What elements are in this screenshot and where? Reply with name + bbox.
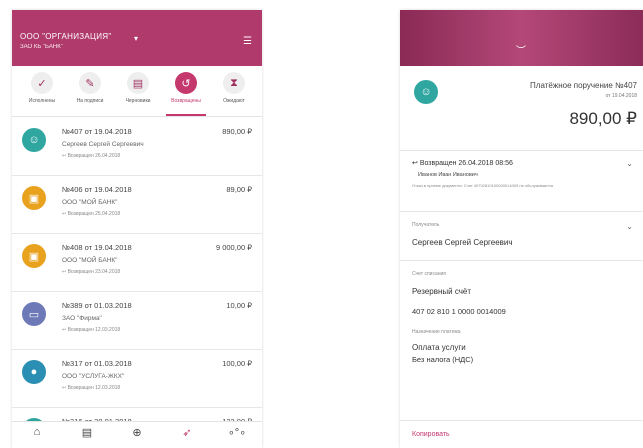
copy-button[interactable]: Копировать <box>412 431 450 438</box>
card-icon: ▭ <box>22 302 46 326</box>
bank-name: ЗАО КБ "БАНК" <box>20 44 63 50</box>
chevron-down-icon[interactable]: ⌄ <box>626 222 633 231</box>
filter-tab-label: Возвращены <box>171 98 201 104</box>
payment-title: №406 от 19.04.2018 <box>62 185 132 194</box>
chevron-down-icon[interactable]: ⌄ <box>626 159 633 168</box>
divider <box>400 420 643 421</box>
send-icon[interactable]: ➶ <box>172 426 202 439</box>
account-number: 407 02 810 1 0000 0014009 <box>412 307 506 316</box>
filter-tab-4[interactable]: ⧗ Ожидают <box>210 72 258 104</box>
payment-row[interactable]: ▣ №406 от 19.04.2018 89,00 ₽ ООО "МОЙ БАНК"… <box>12 176 262 234</box>
payment-return-date: ↩ Возвращен 25.04.2018 <box>62 211 120 217</box>
purpose-line-2: Без налога (НДС) <box>412 355 474 364</box>
payment-row[interactable]: ▭ №389 от 01.03.2018 10,00 ₽ ЗАО "Фирма" ↩ В… <box>12 292 262 350</box>
account-type: Резервный счёт <box>412 287 472 296</box>
payment-row[interactable]: ● №317 от 01.03.2018 100,00 ₽ ООО "УСЛУГА-Ж… <box>12 350 262 408</box>
payment-recipient: Сергеев Сергей Сергеевич <box>62 141 144 148</box>
payment-return-date: ↩ Возвращен 26.04.2018 <box>62 153 120 159</box>
filter-tab-3[interactable]: ↺ Возвращены <box>162 72 210 116</box>
account-label: Счет списания <box>412 271 446 277</box>
person-icon: ☺ <box>22 128 46 152</box>
blurred-header: ︶ <box>400 10 643 66</box>
payment-return-date: ↩ Возвращен 12.03.2018 <box>62 327 120 333</box>
person-icon: ☺ <box>414 80 438 104</box>
collapse-chevron-icon[interactable]: ︶ <box>516 42 526 57</box>
details-section: Счет списания Резервный счёт 407 02 810 … <box>400 261 643 381</box>
filter-icon[interactable]: ☰ <box>243 36 252 47</box>
payment-recipient: ООО "МОЙ БАНК" <box>62 199 118 206</box>
purpose-label: Назначение платежа <box>412 329 461 335</box>
signature-icon: ✎ <box>79 72 101 94</box>
return-arrow-icon: ↩ <box>412 160 420 167</box>
briefcase-icon: ▣ <box>22 186 46 210</box>
payment-return-date: ↩ Возвращен 12.03.2018 <box>62 385 120 391</box>
return-person: Иванов Иван Иванович <box>418 172 478 178</box>
return-reason: Отказ в приеме документа: Счет 407028101… <box>412 183 554 188</box>
bottom-navigation: ⌂ ▤ ⊕ ➶ ∘°∘ <box>12 421 262 448</box>
payment-amount: 890,00 ₽ <box>222 127 252 136</box>
briefcase-icon: ▣ <box>22 244 46 268</box>
payment-amount: 89,00 ₽ <box>226 185 252 194</box>
filter-tab-0[interactable]: ✓ Исполнены <box>18 72 66 104</box>
drop-icon: ● <box>22 360 46 384</box>
hourglass-icon: ⧗ <box>223 72 245 94</box>
return-text: Возвращен 12.03.2018 <box>67 385 121 391</box>
more-icon[interactable]: ∘°∘ <box>222 426 252 439</box>
return-status: ↩ Возвращен 26.04.2018 08:56 <box>412 159 513 167</box>
purpose-line-1: Оплата услуги <box>412 343 466 352</box>
document-summary: ☺ Платёжное поручение №407 от 19.04.2018… <box>400 66 643 151</box>
filter-tab-label: Исполнены <box>28 98 56 104</box>
payment-title: №389 от 01.03.2018 <box>62 301 132 310</box>
filter-tab-label: Черновики <box>125 98 151 104</box>
chevron-down-icon[interactable]: ▾ <box>134 34 138 43</box>
return-text: Возвращен 25.04.2018 <box>67 211 121 217</box>
filter-tab-label: На подписи <box>76 98 104 104</box>
return-info-section[interactable]: ↩ Возвращен 26.04.2018 08:56 ⌄ Иванов Ив… <box>400 151 643 212</box>
payment-amount: 100,00 ₽ <box>222 359 252 368</box>
document-icon[interactable]: ▤ <box>72 426 102 439</box>
return-text: Возвращен 12.03.2018 <box>67 327 121 333</box>
return-text: Возвращен 26.04.2018 <box>67 153 121 159</box>
payment-row[interactable]: ▣ №408 от 19.04.2018 9 000,00 ₽ ООО "МОЙ БА… <box>12 234 262 292</box>
home-icon[interactable]: ⌂ <box>22 426 52 438</box>
payment-title: №408 от 19.04.2018 <box>62 243 132 252</box>
return-text: Возвращен 23.04.2018 <box>67 269 121 275</box>
organization-name[interactable]: ООО "ОРГАНИЗАЦИЯ" <box>20 32 112 41</box>
plus-circle-icon[interactable]: ⊕ <box>122 426 152 439</box>
recipient-value: Сергеев Сергей Сергеевич <box>412 238 513 247</box>
filter-tab-1[interactable]: ✎ На подписи <box>66 72 114 104</box>
payment-amount: 9 000,00 ₽ <box>215 243 252 252</box>
payment-amount: 10,00 ₽ <box>226 301 252 310</box>
filter-tab-label: Ожидают <box>223 98 245 104</box>
payment-title: №407 от 19.04.2018 <box>62 127 132 136</box>
return-icon: ↺ <box>175 72 197 94</box>
recipient-section[interactable]: Получатель ⌄ Сергеев Сергей Сергеевич <box>400 212 643 261</box>
payment-recipient: ООО "УСЛУГА-ЖКХ" <box>62 373 125 380</box>
payments-list-screen: ООО "ОРГАНИЗАЦИЯ" ЗАО КБ "БАНК" ▾ ☰ ✓ Исп… <box>12 10 262 448</box>
status-filter-bar: ✓ Исполнены ✎ На подписи ▤ Черновики ↺ Возвраще… <box>12 68 262 117</box>
payment-recipient: ЗАО "Фирма" <box>62 315 102 322</box>
document-check-icon: ✓ <box>31 72 53 94</box>
payment-return-date: ↩ Возвращен 23.04.2018 <box>62 269 120 275</box>
document-amount: 890,00 ₽ <box>569 109 637 128</box>
payment-detail-screen: ︶ ☺ Платёжное поручение №407 от 19.04.20… <box>400 10 643 448</box>
payment-title: №317 от 01.03.2018 <box>62 359 132 368</box>
document-title: Платёжное поручение №407 <box>530 81 637 90</box>
filter-tab-2[interactable]: ▤ Черновики <box>114 72 162 104</box>
app-header: ООО "ОРГАНИЗАЦИЯ" ЗАО КБ "БАНК" ▾ ☰ <box>12 10 262 66</box>
payment-recipient: ООО "МОЙ БАНК" <box>62 257 118 264</box>
return-status-text: Возвращен 26.04.2018 08:56 <box>419 160 513 167</box>
payments-list: ☺ №407 от 19.04.2018 890,00 ₽ Сергеев Серге… <box>12 118 262 448</box>
recipient-label: Получатель <box>412 222 440 228</box>
draft-icon: ▤ <box>127 72 149 94</box>
document-date: от 19.04.2018 <box>605 93 637 99</box>
payment-row[interactable]: ☺ №407 от 19.04.2018 890,00 ₽ Сергеев Серге… <box>12 118 262 176</box>
